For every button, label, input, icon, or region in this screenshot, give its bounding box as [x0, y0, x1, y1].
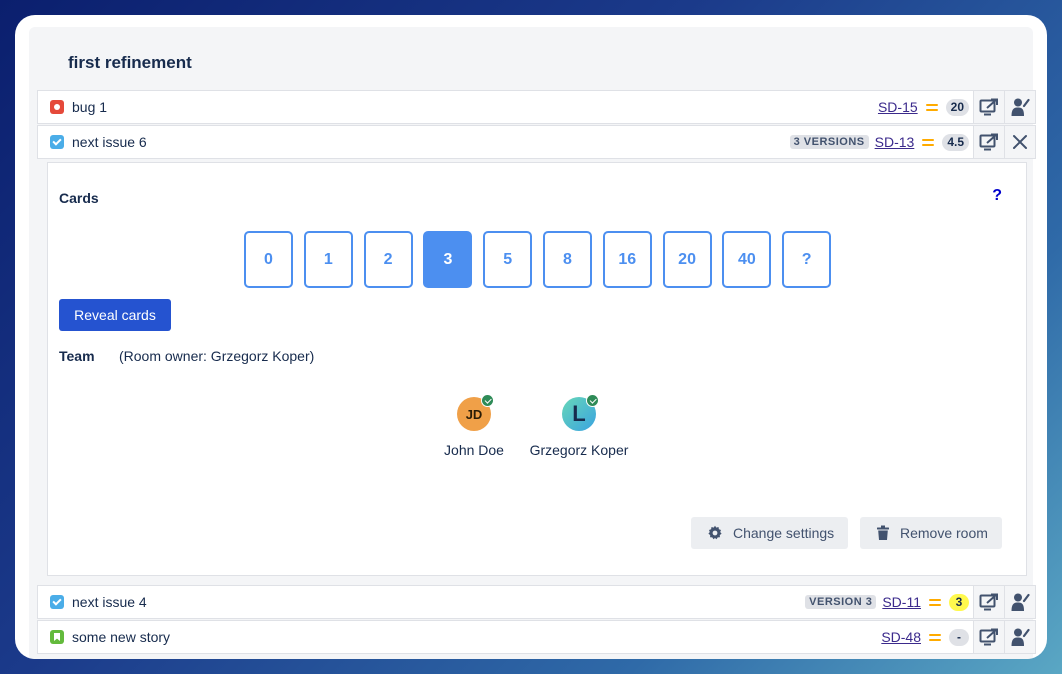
issue-row[interactable]: some new story SD-48 -: [37, 620, 1036, 654]
open-issue-button[interactable]: [973, 91, 1004, 123]
external-link-icon: [979, 628, 998, 646]
estimate-card[interactable]: 40: [722, 231, 772, 288]
external-link-icon: [979, 98, 998, 116]
issue-summary: some new story: [72, 629, 171, 645]
issue-summary: bug 1: [72, 99, 108, 115]
card-deck: 0 1 2 3 5 8 16 20 40 ?: [244, 231, 842, 288]
estimate-card[interactable]: 16: [602, 231, 652, 288]
external-link-icon: [979, 133, 998, 151]
user-assign-icon: [1011, 628, 1030, 646]
app-window: first refinement bug 1 SD-15 20 next iss…: [15, 15, 1047, 659]
team-label: Team: [59, 348, 95, 364]
close-room-button[interactable]: [1004, 126, 1035, 158]
issue-summary: next issue 6: [72, 134, 147, 150]
issue-summary: next issue 4: [72, 594, 147, 610]
estimate-badge: -: [949, 628, 969, 646]
close-icon: [1013, 135, 1027, 149]
room-owner-text: (Room owner: Grzegorz Koper): [119, 348, 315, 364]
estimate-card-selected[interactable]: 3: [423, 231, 473, 288]
estimation-room: Cards ? 0 1 2 3 5 8 16 20 40 ? Reveal ca…: [47, 162, 1027, 576]
estimate-card[interactable]: 2: [363, 231, 413, 288]
estimate-badge: 20: [945, 98, 969, 116]
assign-estimate-button[interactable]: [1004, 586, 1035, 618]
estimate-card[interactable]: 1: [303, 231, 353, 288]
priority-medium-icon: [925, 103, 938, 112]
assign-estimate-button[interactable]: [1004, 91, 1035, 123]
bug-icon: [50, 100, 64, 114]
story-icon: [50, 630, 64, 644]
estimate-badge: 4.5: [942, 133, 969, 151]
team-member: L Grzegorz Koper: [519, 394, 639, 458]
estimate-card[interactable]: ?: [782, 231, 832, 288]
remove-room-label: Remove room: [900, 525, 988, 541]
issue-key-link[interactable]: SD-48: [881, 629, 921, 645]
task-icon: [50, 595, 64, 609]
version-lozenge: VERSION 3: [805, 595, 877, 609]
open-issue-button[interactable]: [973, 586, 1004, 618]
change-settings-label: Change settings: [733, 525, 835, 541]
remove-room-button[interactable]: Remove room: [860, 517, 1002, 549]
issue-key-link[interactable]: SD-11: [882, 594, 921, 610]
member-name: Grzegorz Koper: [529, 442, 629, 458]
open-issue-button[interactable]: [973, 126, 1004, 158]
user-assign-icon: [1011, 593, 1030, 611]
team-member: JD John Doe: [414, 394, 534, 458]
user-assign-icon: [1011, 98, 1030, 116]
priority-medium-icon: [929, 598, 941, 607]
voted-check-icon: [481, 394, 494, 407]
external-link-icon: [979, 593, 998, 611]
reveal-cards-button[interactable]: Reveal cards: [59, 299, 171, 331]
task-icon: [50, 135, 64, 149]
estimate-card[interactable]: 5: [483, 231, 533, 288]
issue-row[interactable]: next issue 4 VERSION 3 SD-11 3: [37, 585, 1036, 619]
issue-row[interactable]: bug 1 SD-15 20: [37, 90, 1036, 124]
issue-row-expanded[interactable]: next issue 6 3 VERSIONS SD-13 4.5: [37, 125, 1036, 159]
group-title: first refinement: [68, 53, 192, 72]
open-issue-button[interactable]: [973, 621, 1004, 653]
change-settings-button[interactable]: Change settings: [691, 517, 849, 549]
estimate-card[interactable]: 8: [542, 231, 592, 288]
estimate-badge: 3: [949, 593, 969, 611]
member-name: John Doe: [444, 442, 504, 458]
gear-icon: [707, 525, 723, 541]
help-link[interactable]: ?: [992, 187, 1002, 205]
issue-key-link[interactable]: SD-13: [875, 134, 915, 150]
priority-medium-icon: [929, 633, 941, 642]
estimate-card[interactable]: 20: [662, 231, 712, 288]
assign-estimate-button[interactable]: [1004, 621, 1035, 653]
voted-check-icon: [586, 394, 599, 407]
issue-key-link[interactable]: SD-15: [878, 99, 918, 115]
priority-medium-icon: [922, 138, 935, 147]
version-lozenge: 3 VERSIONS: [789, 135, 869, 149]
cards-title: Cards: [59, 190, 99, 206]
trash-icon: [876, 525, 890, 541]
estimate-card[interactable]: 0: [244, 231, 293, 288]
